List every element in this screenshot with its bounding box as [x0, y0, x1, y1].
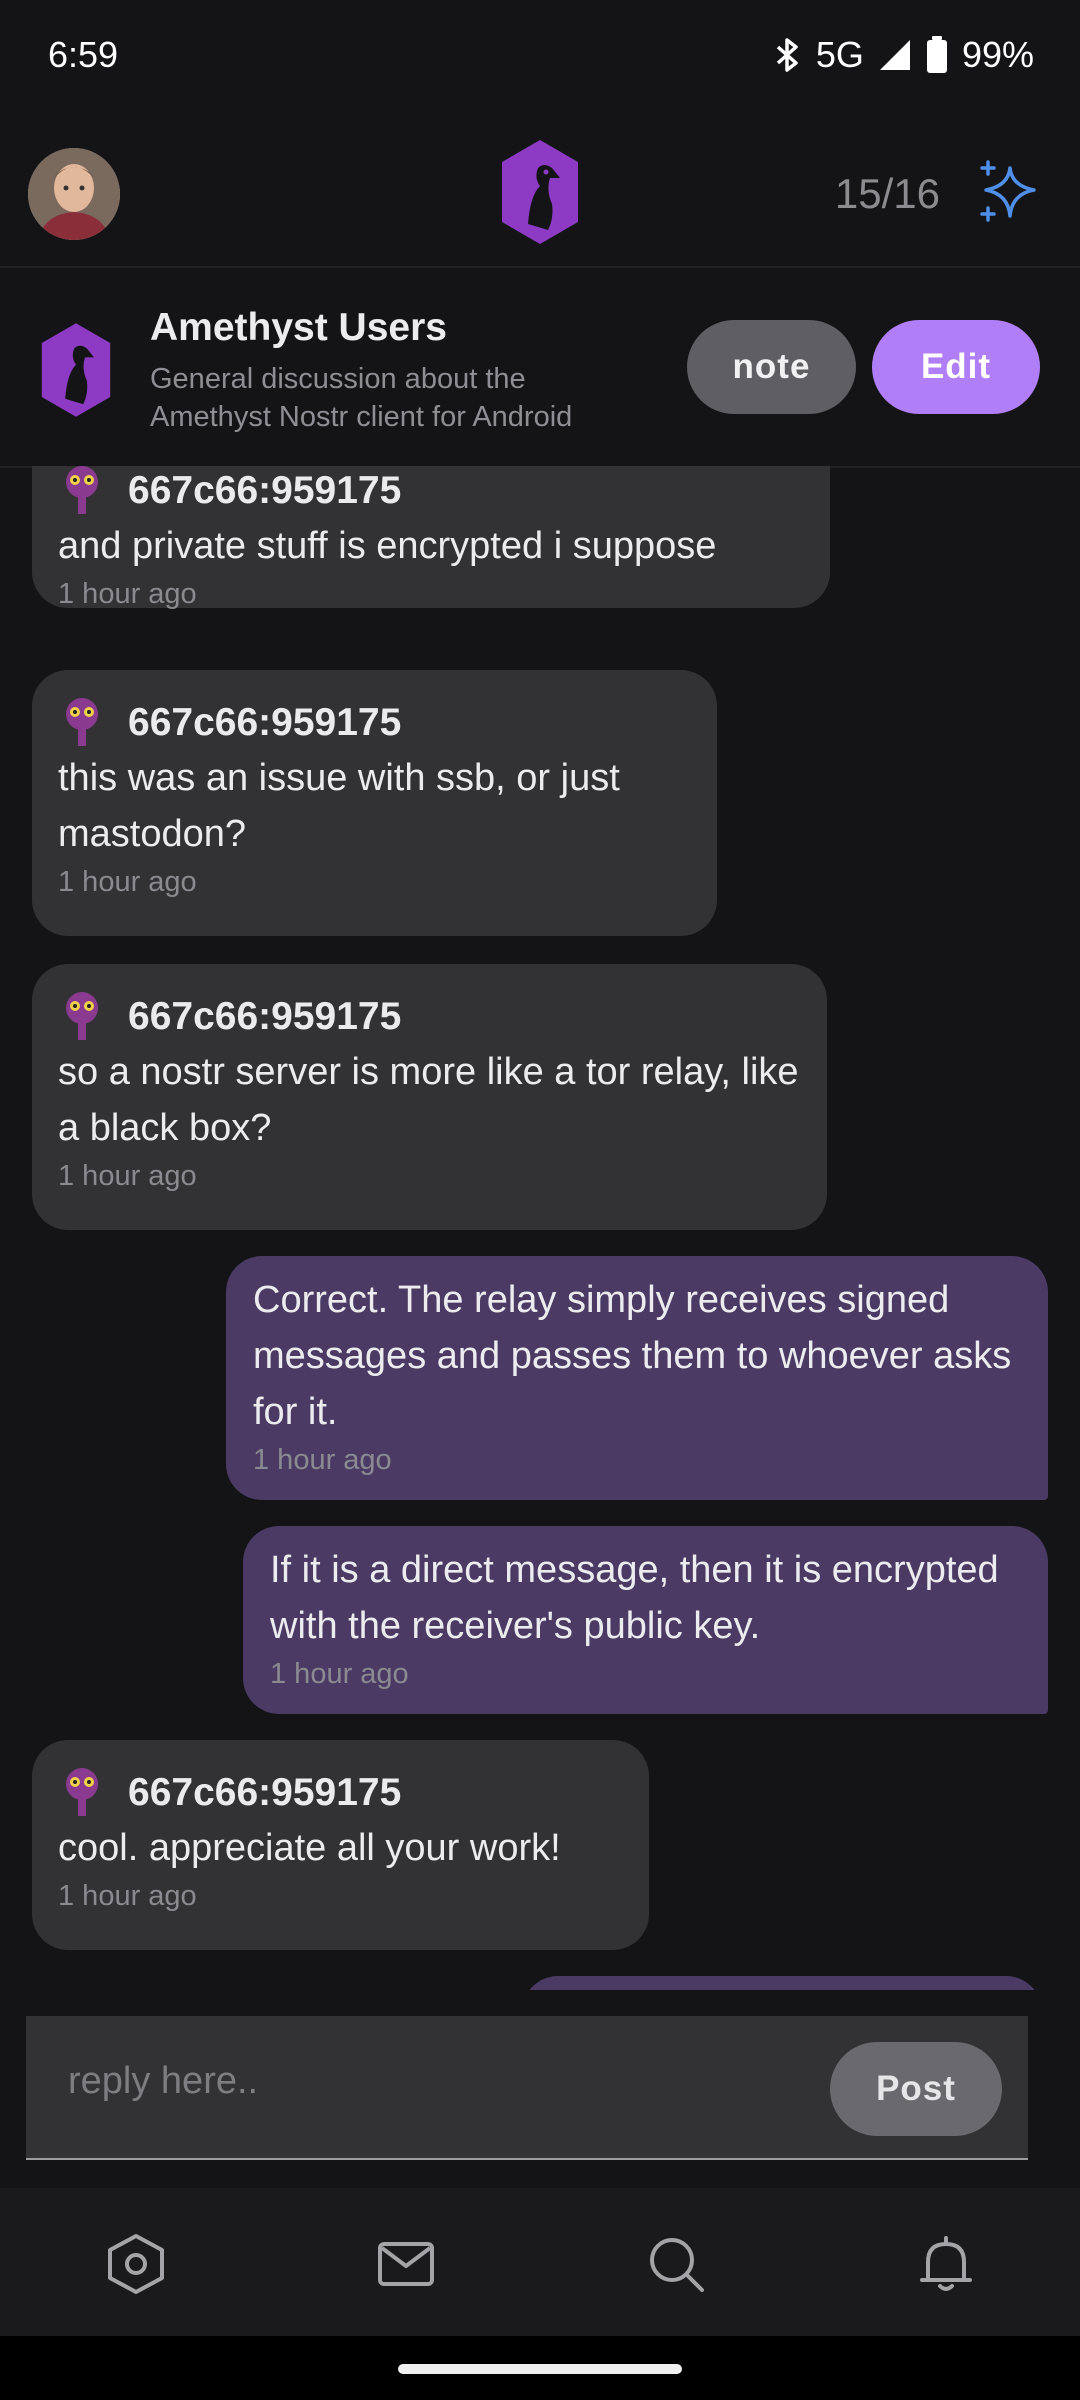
- search-icon[interactable]: [644, 2232, 708, 2296]
- signal-icon: [879, 40, 910, 70]
- network-label: 5G: [815, 34, 864, 75]
- robot-avatar-icon[interactable]: [58, 696, 106, 750]
- channel-header: Amethyst Users General discussion about …: [0, 268, 1080, 468]
- channel-title: Amethyst Users: [150, 306, 447, 349]
- battery-icon: [926, 36, 947, 73]
- message-time: 1 hour ago: [270, 1658, 409, 1690]
- message-bubble-own[interactable]: Correct. The relay simply receives signe…: [226, 1256, 1048, 1500]
- message-time: 1 hour ago: [253, 1444, 392, 1476]
- profile-avatar[interactable]: [28, 148, 120, 240]
- message-author: 667c66:959175: [58, 696, 691, 750]
- message-bubble-own[interactable]: If it is a direct message, then it is en…: [243, 1526, 1048, 1714]
- sparkle-icon[interactable]: [976, 160, 1040, 224]
- status-indicators: 5G 99%: [774, 34, 1034, 76]
- robot-avatar-icon[interactable]: [58, 1766, 106, 1820]
- message-author: 667c66:959175: [58, 990, 801, 1044]
- message-text: Correct. The relay simply receives signe…: [253, 1279, 1012, 1433]
- message-bubble[interactable]: 667c66:959175 and private stuff is encry…: [32, 466, 830, 610]
- robot-avatar-icon[interactable]: [58, 466, 106, 518]
- robot-avatar-icon[interactable]: [58, 990, 106, 1044]
- message-time: 1 hour ago: [58, 866, 197, 898]
- message-list[interactable]: 667c66:959175 and private stuff is encry…: [0, 466, 1080, 1990]
- note-button[interactable]: note: [687, 320, 856, 414]
- unread-counter: 15/16: [834, 170, 940, 217]
- bottom-navigation: [0, 2188, 1080, 2336]
- gesture-area: [0, 2336, 1080, 2400]
- message-text: and private stuff is encrypted i suppose: [58, 525, 717, 567]
- reply-input[interactable]: reply here..: [68, 2060, 258, 2103]
- reply-composer: reply here.. Post: [26, 2016, 1028, 2160]
- avatar-portrait: [28, 148, 120, 240]
- top-app-bar: 15/16: [0, 118, 1080, 268]
- notifications-icon[interactable]: [914, 2232, 978, 2296]
- author-name[interactable]: 667c66:959175: [128, 1771, 401, 1815]
- message-bubble[interactable]: 667c66:959175 so a nostr server is more …: [32, 964, 827, 1230]
- message-bubble[interactable]: 667c66:959175 cool. appreciate all your …: [32, 1740, 649, 1950]
- status-time: 6:59: [48, 34, 119, 75]
- message-text: so a nostr server is more like a tor rel…: [58, 1051, 799, 1149]
- message-text: cool. appreciate all your work!: [58, 1827, 561, 1869]
- messages-icon[interactable]: [374, 2232, 438, 2296]
- author-name[interactable]: 667c66:959175: [128, 701, 401, 745]
- message-author: 667c66:959175: [58, 1766, 623, 1820]
- post-button[interactable]: Post: [830, 2042, 1002, 2136]
- message-bubble-partial[interactable]: [522, 1976, 1042, 1990]
- author-name[interactable]: 667c66:959175: [128, 995, 401, 1039]
- message-author: 667c66:959175: [58, 466, 804, 518]
- message-time: 1 hour ago: [58, 578, 197, 610]
- edit-button[interactable]: Edit: [872, 320, 1040, 414]
- home-icon[interactable]: [104, 2232, 168, 2296]
- message-time: 1 hour ago: [58, 1160, 197, 1192]
- message-text: If it is a direct message, then it is en…: [270, 1549, 999, 1647]
- message-text: this was an issue with ssb, or just mast…: [58, 757, 620, 855]
- channel-logo-icon: [41, 323, 111, 417]
- home-gesture-bar[interactable]: [398, 2364, 682, 2374]
- battery-level: 99%: [961, 34, 1034, 75]
- amethyst-logo-icon: [502, 140, 578, 244]
- message-bubble[interactable]: 667c66:959175 this was an issue with ssb…: [32, 670, 717, 936]
- bluetooth-icon: [776, 38, 798, 72]
- status-bar: 6:59 5G 99%: [0, 0, 1080, 118]
- channel-description: General discussion about the Amethyst No…: [150, 363, 573, 433]
- author-name[interactable]: 667c66:959175: [128, 469, 401, 513]
- message-time: 1 hour ago: [58, 1880, 197, 1912]
